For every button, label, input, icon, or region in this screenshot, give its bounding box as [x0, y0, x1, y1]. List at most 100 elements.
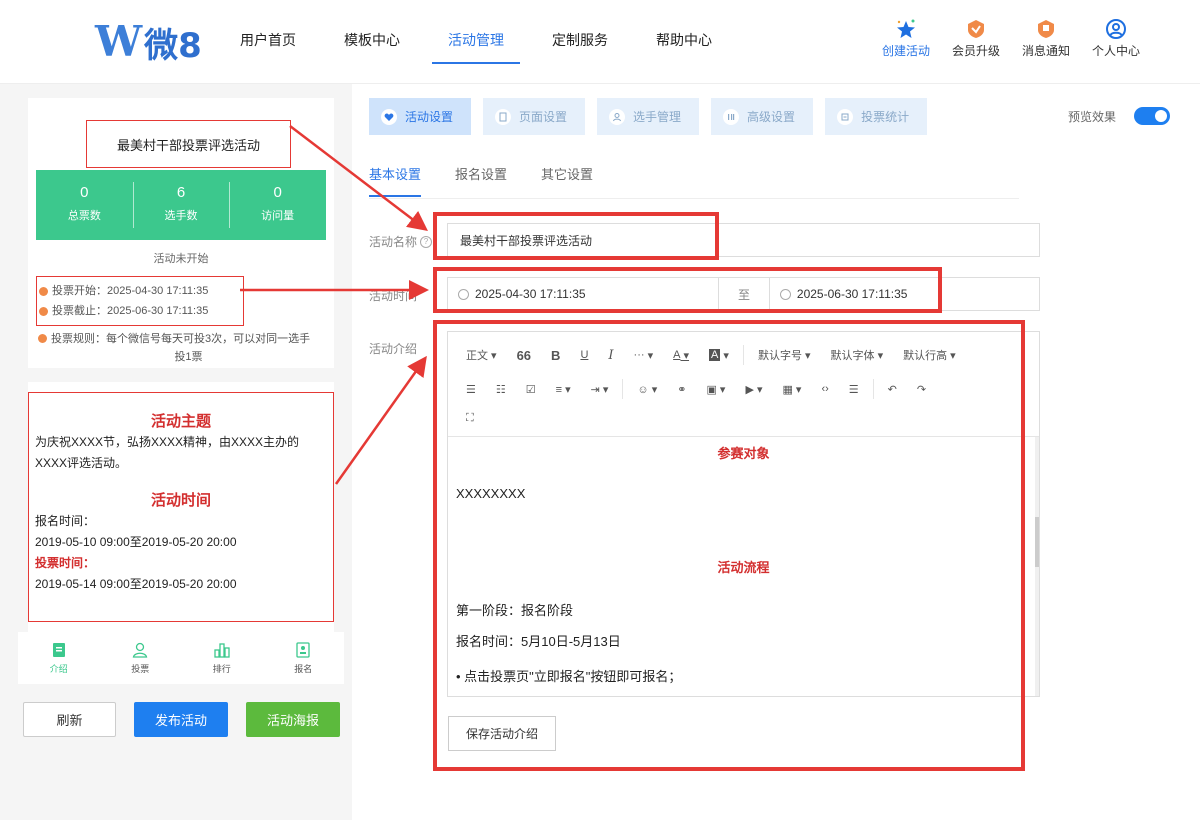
step-vote-statistics[interactable]: 投票统计: [825, 98, 928, 135]
tab-label: 介绍: [49, 663, 68, 674]
editor-toolbar: 正文 ▾ 66 B U I ··· ▾ A ▾ A ▾ 默认字号 ▾ 默认字体 …: [448, 332, 1039, 437]
tab-intro[interactable]: 介绍: [18, 632, 100, 684]
member-badge-icon: [965, 18, 987, 40]
table-dropdown-icon[interactable]: ▦ ▾: [782, 383, 801, 396]
stat-visits: 0 访问量: [229, 170, 326, 240]
subtab-other[interactable]: 其它设置: [541, 164, 593, 197]
vote-start-line: 投票开始：2025-04-30 17:11:35: [39, 281, 243, 301]
font-size-dropdown[interactable]: 默认字号 ▾: [758, 347, 811, 363]
bullet-dot-icon: [39, 286, 48, 296]
step-contestant-manage[interactable]: 选手管理: [597, 98, 700, 135]
subtab-basic[interactable]: 基本设置: [369, 164, 422, 197]
save-intro-button[interactable]: 保存活动介绍: [448, 716, 556, 751]
editor-participants-text: XXXXXXXX: [456, 486, 526, 501]
preview-description-card: 活动主题 为庆祝XXXX节，弘扬XXXX精神，由XXXX主办的XXXX评选活动。…: [28, 382, 334, 632]
stat-value: 0: [273, 184, 282, 201]
todo-checkbox-icon[interactable]: ☑: [526, 383, 536, 396]
top-header: W 微8 用户首页 模板中心 活动管理 定制服务 帮助中心 创建活动 会员升级 …: [0, 0, 1200, 84]
undo-icon[interactable]: ↶: [888, 383, 897, 396]
video-dropdown-icon[interactable]: ▶ ▾: [745, 383, 762, 396]
step-page-settings[interactable]: 页面设置: [483, 98, 586, 135]
create-activity-button[interactable]: 创建活动: [882, 18, 930, 59]
tab-vote[interactable]: 投票: [100, 632, 182, 684]
step-label: 选手管理: [633, 110, 682, 124]
preview-actions: 刷新 发布活动 活动海报: [23, 702, 340, 737]
desc-heading-theme: 活动主题: [150, 413, 211, 430]
vote-rule-line-1: 投票规则：每个微信号每天可投3次，可以对同一选手: [51, 333, 311, 345]
preview-toggle[interactable]: [1134, 107, 1170, 125]
activity-status: 活动未开始: [153, 253, 209, 265]
toolbar-divider: [742, 345, 744, 365]
start-time-input[interactable]: 2025-04-30 17:11:35: [448, 278, 720, 310]
link-icon[interactable]: ⚭: [677, 383, 686, 396]
end-time-value: 2025-06-30 17:11:35: [796, 287, 908, 301]
stat-label: 选手数: [164, 210, 198, 222]
activity-time-label: 活动时间: [369, 289, 418, 303]
activity-name-input[interactable]: 最美村干部投票评选活动: [447, 223, 1040, 257]
activity-poster-button[interactable]: 活动海报: [246, 702, 340, 737]
member-upgrade-button[interactable]: 会员升级: [952, 18, 1000, 59]
refresh-button[interactable]: 刷新: [23, 702, 116, 737]
indent-dropdown-icon[interactable]: ⇥ ▾: [591, 383, 609, 396]
divider-line-icon[interactable]: ☰: [849, 383, 859, 396]
vote-rule-text: 投票规则：每个微信号每天可投3次，可以对同一选手 投1票: [51, 330, 330, 366]
end-time-input[interactable]: 2025-06-30 17:11:35: [768, 278, 1039, 310]
tab-signup[interactable]: 报名: [263, 632, 345, 684]
subtab-signup[interactable]: 报名设置: [455, 164, 507, 197]
nav-home[interactable]: 用户首页: [240, 0, 296, 64]
scroll-thumb[interactable]: [1035, 517, 1039, 567]
main-nav: 用户首页 模板中心 活动管理 定制服务 帮助中心: [240, 0, 760, 84]
clock-icon: [458, 288, 469, 300]
paragraph-format-label: 正文: [466, 350, 488, 362]
bold-button[interactable]: B: [551, 348, 560, 363]
vote-times-box: 投票开始：2025-04-30 17:11:35 投票截止：2025-06-30…: [36, 276, 244, 326]
step-advanced-settings[interactable]: 高级设置: [711, 98, 814, 135]
user-center-button[interactable]: 个人中心: [1092, 18, 1140, 59]
step-label: 投票统计: [861, 110, 910, 124]
stats-bar: 0 总票数 6 选手数 0 访问量: [36, 170, 326, 240]
nav-help[interactable]: 帮助中心: [656, 0, 712, 64]
editor-content[interactable]: 参赛对象 XXXXXXXX 活动流程 第一阶段：报名阶段 报名时间：5月10日-…: [448, 437, 1039, 696]
quote-button[interactable]: 66: [517, 348, 531, 363]
image-dropdown-icon[interactable]: ▣ ▾: [706, 383, 725, 396]
editor-signup-instruction: • 点击投票页"立即报名"按钮即可报名；: [456, 669, 682, 684]
underline-button[interactable]: U: [580, 349, 588, 361]
logo-w-mark: W: [95, 17, 142, 66]
nav-custom-service[interactable]: 定制服务: [552, 0, 608, 64]
stat-value: 6: [176, 184, 186, 201]
italic-button[interactable]: I: [608, 348, 613, 363]
line-height-dropdown[interactable]: 默认行高 ▾: [903, 347, 956, 363]
font-color-dropdown[interactable]: A ▾: [673, 349, 689, 362]
code-icon[interactable]: ‹›: [821, 383, 828, 395]
notifications-button[interactable]: 消息通知: [1022, 18, 1070, 59]
emoji-dropdown-icon[interactable]: ☺ ▾: [637, 383, 657, 396]
logo-text: 微8: [144, 25, 202, 66]
numbered-list-icon[interactable]: ☷: [496, 383, 506, 396]
align-dropdown-icon[interactable]: ≡ ▾: [556, 383, 571, 396]
desc-vote-time: 2019-05-14 09:00至2019-05-20 20:00: [35, 577, 237, 591]
more-label: ···: [633, 349, 645, 361]
publish-activity-button[interactable]: 发布活动: [134, 702, 228, 737]
help-question-icon[interactable]: ?: [420, 235, 433, 248]
bullet-dot-icon: [38, 334, 47, 343]
header-actions: 创建活动 会员升级 消息通知 个人中心: [882, 18, 1140, 59]
fullscreen-icon[interactable]: ⛶: [466, 412, 474, 425]
more-dropdown[interactable]: ··· ▾: [634, 349, 654, 362]
step-activity-settings[interactable]: 活动设置: [369, 98, 472, 135]
preview-activity-title: 最美村干部投票评选活动: [86, 120, 291, 168]
paragraph-format-dropdown[interactable]: 正文 ▾: [466, 347, 497, 363]
person-icon: [609, 108, 626, 125]
bullet-list-icon[interactable]: ☰: [466, 383, 476, 396]
logo[interactable]: W 微8: [95, 17, 202, 66]
redo-icon[interactable]: ↷: [917, 383, 926, 396]
editor-heading-process: 活动流程: [717, 560, 770, 575]
nav-activity-manage[interactable]: 活动管理: [432, 0, 520, 64]
toolbar-row: ☰ ☷ ☑ ≡ ▾ ⇥ ▾ ☺ ▾ ⚭ ▣ ▾ ▶ ▾ ▦ ▾ ‹› ☰ ↶ ↷: [456, 372, 1031, 406]
editor-scrollbar[interactable]: [1035, 437, 1039, 696]
background-color-dropdown[interactable]: A ▾: [709, 349, 729, 362]
sliders-icon: [723, 108, 740, 125]
tab-ranking[interactable]: 排行: [181, 632, 263, 684]
font-family-dropdown[interactable]: 默认字体 ▾: [831, 347, 884, 363]
subtab-divider: [369, 198, 1019, 199]
nav-templates[interactable]: 模板中心: [344, 0, 400, 64]
